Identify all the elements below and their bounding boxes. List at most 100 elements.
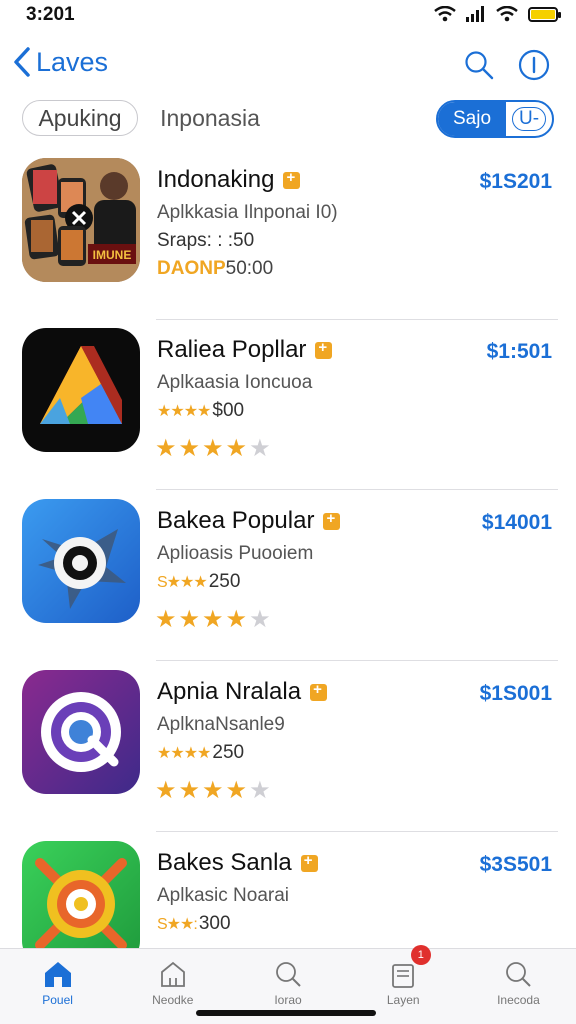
app-price[interactable]: $1S001 [480, 682, 552, 706]
app-meta: ★★★★ $00 [157, 400, 244, 422]
app-name: Bakea Popular [157, 507, 341, 535]
search-icon [465, 51, 494, 80]
star-rating: ★★★★★ [155, 434, 273, 463]
toggle-option-u[interactable]: U- [506, 102, 552, 136]
svg-text:IMUNE: IMUNE [93, 248, 132, 262]
mini-stars: S★★: [157, 916, 198, 933]
app-name: Indonaking [157, 166, 301, 194]
stack-icon [392, 964, 415, 988]
toggle-option-u-label: U- [511, 107, 547, 131]
plus-badge-icon [310, 681, 328, 701]
app-name-text: Raliea Popllar [157, 336, 307, 363]
app-meta: ★★★★ 250 [157, 742, 244, 764]
segmented-toggle: Sajo U- [436, 100, 554, 138]
tab-pouel[interactable]: Pouel [0, 949, 115, 1024]
star-icon: ★ [202, 606, 226, 633]
star-icon: ★ [202, 435, 226, 462]
star-icon: ★ [178, 606, 203, 633]
app-meta-text: 250 [212, 742, 245, 763]
chevron-left-icon [14, 47, 30, 77]
app-row[interactable]: IMUNE Indonaking $1S201 Aplkkasia Ilnpon… [0, 150, 576, 320]
app-subtitle: Aplkasic Noarai [157, 885, 289, 906]
nav-bar: Laves [0, 40, 576, 90]
app-price[interactable]: $1S201 [480, 170, 552, 194]
app-name-text: Apnia Nralala [157, 678, 302, 705]
star-icon: ★ [178, 435, 203, 462]
tab-label: Iorao [274, 993, 302, 1007]
purple-ring-icon [22, 670, 140, 794]
star-icon: ★ [178, 777, 203, 804]
plus-badge-icon [315, 339, 333, 359]
home-indicator [196, 1010, 376, 1016]
app-subtitle: AplknaNsanle9 [157, 714, 285, 735]
star-icon: ★ [249, 435, 273, 462]
tab-label: Pouel [42, 993, 73, 1007]
app-subtitle: Aplkkasia Ilnponai I0) [157, 202, 338, 223]
info-icon [518, 49, 550, 81]
app-extra: DAONP50:00 [157, 258, 273, 280]
signal-icon [466, 6, 484, 22]
star-icon: ★ [225, 435, 250, 462]
star-icon: ★ [249, 606, 273, 633]
filter-chip-inponasia[interactable]: Inponasia [148, 100, 272, 136]
status-bar: 3:201 [0, 0, 576, 34]
app-name-text: Bakes Sanla [157, 849, 292, 876]
app-name: Bakes Sanla [157, 849, 318, 877]
wifi-icon-2 [496, 6, 518, 22]
status-time: 3:201 [26, 4, 75, 25]
app-row[interactable]: Bakea Popular $14001 Aplioasis Puooiem S… [0, 491, 576, 661]
status-icons [434, 6, 561, 22]
info-button[interactable] [518, 49, 550, 86]
star-icon: ★ [155, 777, 179, 804]
tab-label: Neodke [152, 993, 194, 1007]
app-row[interactable]: Apnia Nralala $1S001 AplknaNsanle9 ★★★★2… [0, 662, 576, 832]
search-icon [276, 962, 301, 987]
triangle-gradient-icon [22, 328, 140, 452]
tab-inecoda[interactable]: Inecoda [461, 949, 576, 1024]
mini-stars: ★★★★ [157, 403, 211, 420]
movie-collage-icon: IMUNE [22, 158, 140, 282]
star-icon: ★ [225, 606, 250, 633]
filter-row: Apuking Inponasia Sajo U- [0, 100, 576, 140]
star-rating: ★★★★★ [155, 605, 273, 634]
app-subtitle: Aplioasis Puooiem [157, 543, 314, 564]
app-row[interactable]: Raliea Popllar $1:501 Aplkaasia Ioncuoa … [0, 320, 576, 490]
back-label: Laves [36, 46, 109, 77]
app-meta-text: 300 [198, 913, 231, 934]
app-price[interactable]: $14001 [482, 511, 552, 535]
app-extra-highlight: DAONP [157, 258, 226, 279]
blue-gear-icon [22, 499, 140, 623]
back-button[interactable]: Laves [12, 46, 108, 78]
app-meta-text: Sraps: : :50 [157, 230, 255, 251]
battery-icon [528, 6, 561, 22]
app-price[interactable]: $3S501 [480, 853, 552, 877]
row-divider [156, 489, 558, 490]
app-meta: S★★★ 250 [157, 571, 240, 593]
star-icon: ★ [202, 777, 226, 804]
star-rating: ★★★★★ [155, 776, 273, 805]
toggle-option-sajo[interactable]: Sajo [438, 102, 506, 136]
tab-label: Layen [386, 993, 420, 1007]
app-meta-text: $00 [212, 400, 245, 421]
star-icon: ★ [249, 777, 273, 804]
app-meta-text: 250 [208, 571, 241, 592]
app-name-text: Indonaking [157, 166, 275, 193]
app-name: Raliea Popllar [157, 336, 333, 364]
tab-label: Inecoda [497, 993, 540, 1007]
search-button[interactable] [464, 50, 494, 85]
app-subtitle: Aplkaasia Ioncuoa [157, 372, 313, 393]
filter-chip-apuking[interactable]: Apuking [22, 100, 138, 136]
home-icon [44, 962, 71, 987]
app-name-text: Bakea Popular [157, 507, 315, 534]
app-price[interactable]: $1:501 [487, 340, 552, 364]
wifi-icon [434, 6, 456, 22]
mini-stars: ★★★★ [157, 745, 211, 762]
plus-badge-icon [283, 169, 301, 189]
plus-badge-icon [300, 852, 318, 872]
green-target-icon [22, 841, 140, 965]
notification-badge: 1 [410, 945, 431, 965]
search-icon [506, 962, 532, 987]
row-divider [156, 660, 558, 661]
app-meta: S★★: 300 [157, 913, 231, 935]
mini-stars: S★★★ [157, 574, 208, 591]
